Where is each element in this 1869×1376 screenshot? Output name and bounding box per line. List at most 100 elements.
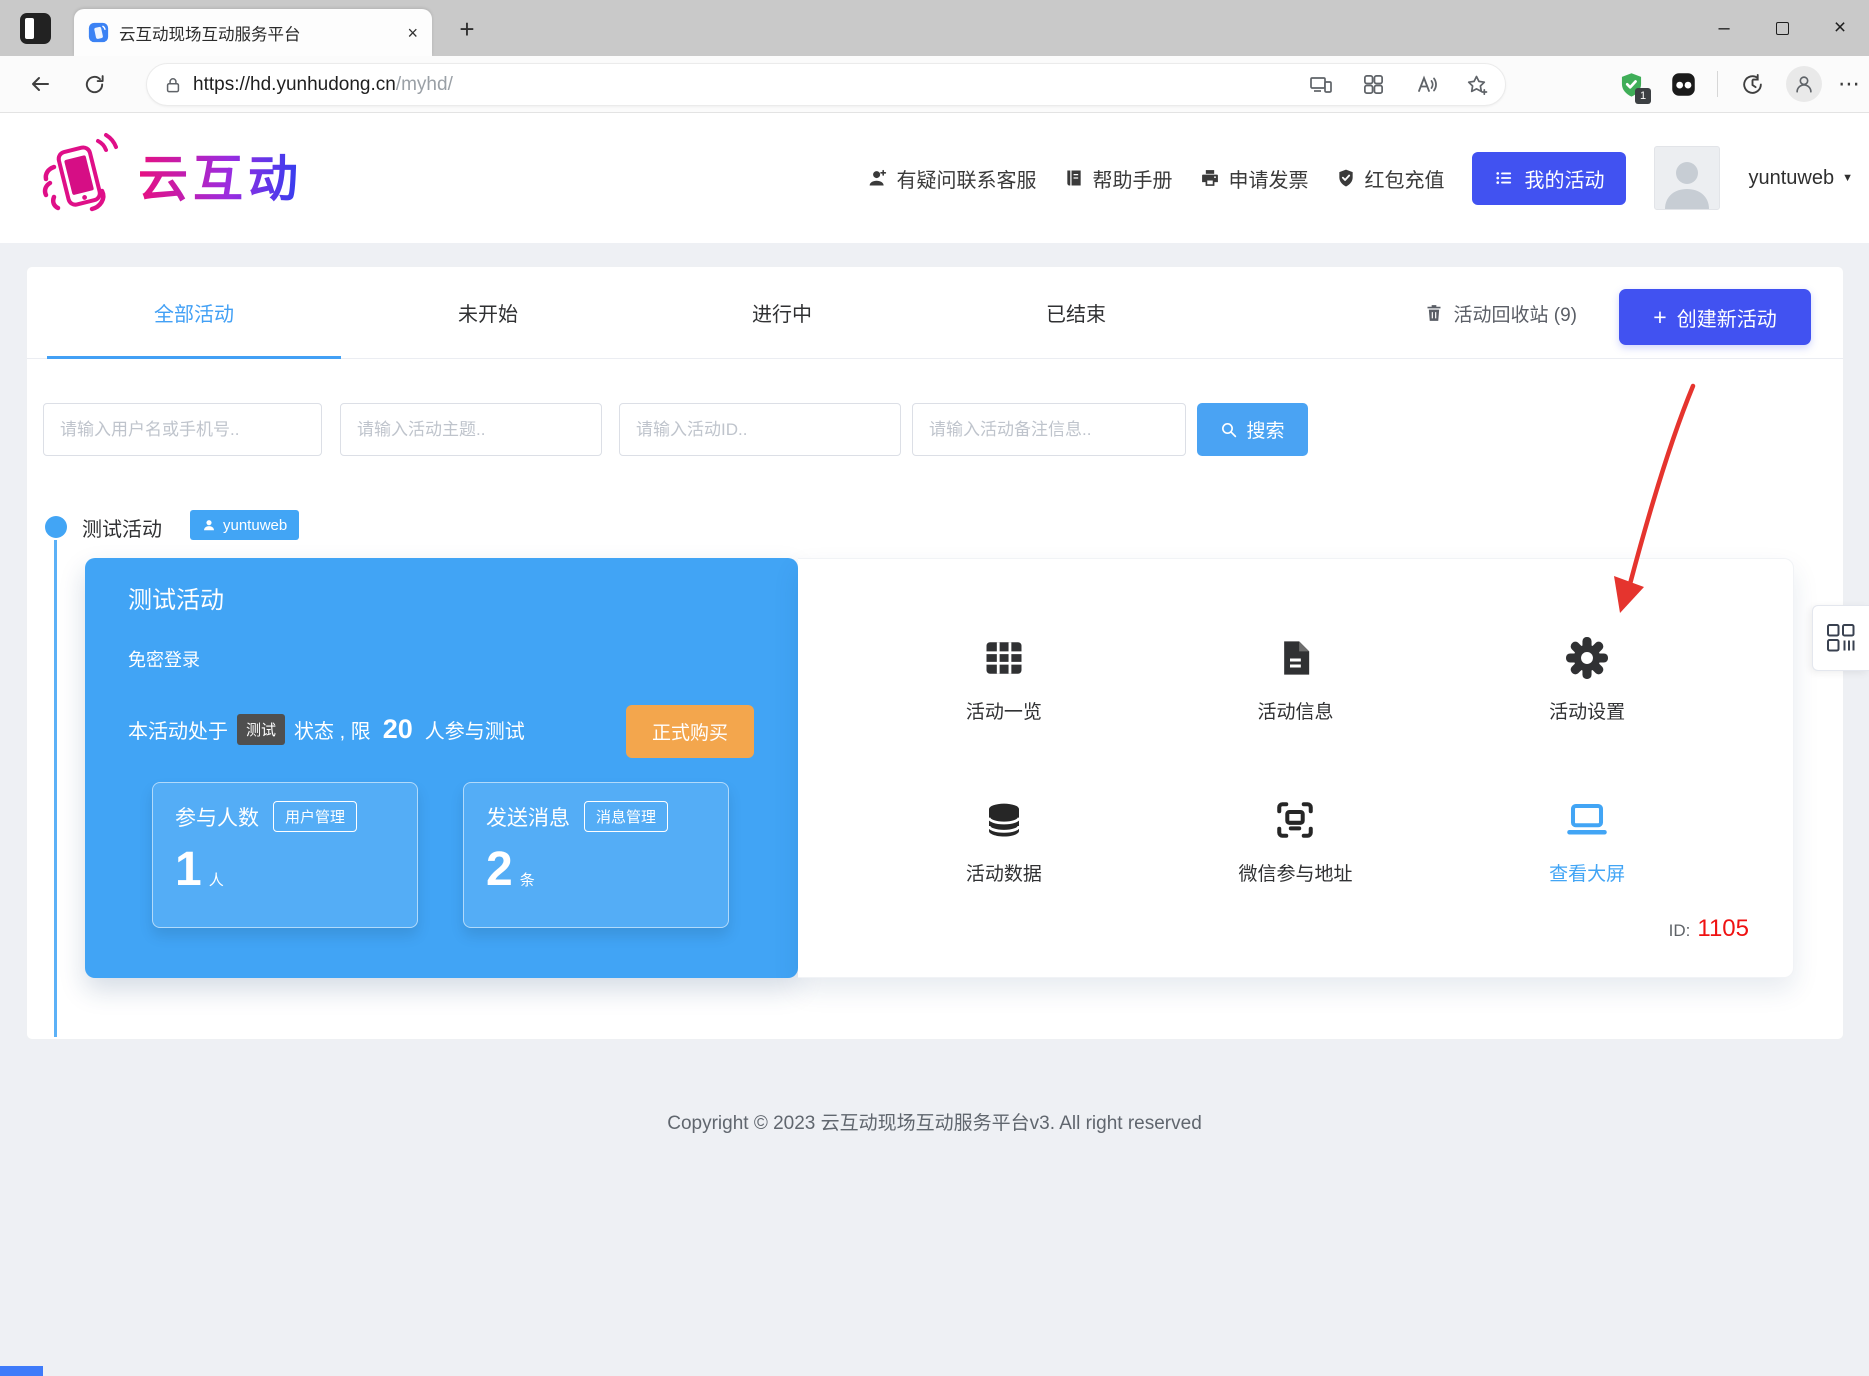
refresh-button[interactable] [76, 66, 112, 102]
maximize-button[interactable] [1753, 0, 1811, 56]
participants-stat-card: 参与人数 用户管理 1 人 [152, 782, 418, 928]
favorites-star-icon[interactable] [1463, 71, 1491, 99]
person-icon [204, 520, 214, 531]
site-lock-icon[interactable] [163, 75, 183, 95]
action-activity-overview[interactable]: 活动一览 [858, 611, 1150, 773]
create-activity-button[interactable]: + 创建新活动 [1619, 289, 1811, 345]
nav-request-invoice[interactable]: 申请发票 [1200, 164, 1308, 193]
create-activity-label: 创建新活动 [1676, 308, 1777, 331]
nav-label: 帮助手册 [1092, 169, 1173, 192]
url-text[interactable]: https://hd.yunhudong.cn/myhd/ [193, 74, 1307, 96]
my-activities-label: 我的活动 [1524, 169, 1605, 192]
new-tab-button[interactable]: + [452, 14, 482, 44]
activity-id: ID: 1105 [1669, 915, 1749, 943]
manage-users-button[interactable]: 用户管理 [273, 801, 358, 832]
messages-stat-card: 发送消息 消息管理 2 条 [463, 782, 729, 928]
address-bar[interactable]: https://hd.yunhudong.cn/myhd/ [146, 63, 1506, 106]
stat-value: 2 [486, 843, 513, 896]
recycle-bin-button[interactable]: 活动回收站 (9) [1424, 293, 1577, 333]
stat-unit: 条 [519, 872, 535, 889]
send-to-devices-icon[interactable] [1307, 71, 1335, 99]
nav-label: 有疑问联系客服 [896, 169, 1037, 192]
bottom-left-widget[interactable] [0, 1366, 43, 1376]
history-icon[interactable] [1734, 66, 1770, 102]
database-icon [987, 803, 1021, 837]
adblock-shield-icon[interactable]: 1 [1613, 66, 1651, 104]
activity-login-mode: 免密登录 [128, 650, 200, 670]
person-add-icon [870, 169, 887, 185]
browser-tab[interactable]: 云互动现场互动服务平台 × [74, 9, 432, 56]
tab-favicon-icon [88, 22, 109, 43]
timeline-dot [45, 516, 67, 538]
my-activities-button[interactable]: 我的活动 [1472, 151, 1627, 205]
action-activity-data[interactable]: 活动数据 [858, 773, 1150, 935]
recycle-bin-label: 活动回收站 (9) [1453, 304, 1577, 326]
activity-card-title: 测试活动 [128, 587, 224, 614]
activity-summary-card: 测试活动 免密登录 本活动处于 测试 状态 , 限 20 人参与测试 正式购买 … [85, 558, 798, 978]
user-menu[interactable]: yuntuweb ▼ [1748, 167, 1853, 190]
manage-messages-button[interactable]: 消息管理 [584, 801, 669, 832]
site-header: 云互动 有疑问联系客服 帮助手册 申请发票 红包充值 我的活动 yuntuweb… [0, 113, 1869, 243]
window-controls: – × [1695, 0, 1869, 56]
close-button[interactable]: × [1811, 0, 1869, 56]
action-activity-settings[interactable]: 活动设置 [1441, 611, 1733, 773]
status-prefix: 本活动处于 [128, 720, 228, 743]
username-phone-input[interactable] [43, 403, 322, 456]
action-label: 微信参与地址 [1238, 864, 1353, 885]
url-path: /myhd/ [395, 73, 453, 95]
caret-down-icon: ▼ [1842, 172, 1853, 184]
nav-redpacket-recharge[interactable]: 红包充值 [1336, 164, 1444, 193]
web-capture-icon[interactable] [1359, 71, 1387, 99]
browser-toolbar: https://hd.yunhudong.cn/myhd/ 1 ⋯ [0, 56, 1869, 113]
search-icon [1222, 422, 1237, 437]
action-label: 活动数据 [965, 864, 1042, 885]
site-logo[interactable]: 云互动 [32, 127, 303, 223]
tab-ended[interactable]: 已结束 [929, 267, 1223, 358]
tab-not-started[interactable]: 未开始 [341, 267, 635, 358]
document-icon [1284, 641, 1310, 675]
avatar-placeholder-icon [1665, 162, 1710, 209]
more-options-icon[interactable]: ⋯ [1838, 71, 1861, 97]
logo-phone-hand-icon [42, 133, 118, 212]
content-card: 全部活动 未开始 进行中 已结束 活动回收站 (9) + 创建新活动 搜索 测试… [26, 266, 1844, 1040]
maximize-icon [1775, 21, 1789, 35]
purchase-button[interactable]: 正式购买 [626, 705, 754, 758]
nav-contact-support[interactable]: 有疑问联系客服 [867, 164, 1036, 193]
search-label: 搜索 [1246, 421, 1285, 442]
activity-id-label: ID: [1668, 921, 1691, 940]
stat-label: 发送消息 [486, 806, 570, 830]
action-activity-info[interactable]: 活动信息 [1150, 611, 1442, 773]
nav-label: 申请发票 [1228, 169, 1309, 192]
refresh-icon [85, 74, 104, 93]
activity-actions-panel: 活动一览 活动信息 活动设置 活动数据 微信参与地址 查看大屏 ID: 1105 [798, 558, 1794, 978]
activity-note-input[interactable] [912, 403, 1186, 456]
action-wechat-join-url[interactable]: 微信参与地址 [1150, 773, 1442, 935]
profile-icon [1796, 76, 1812, 93]
side-panel-toggle[interactable] [1812, 605, 1869, 671]
back-button[interactable] [22, 66, 58, 102]
profile-button[interactable] [1786, 66, 1822, 102]
username-text: yuntuweb [1748, 166, 1835, 189]
read-aloud-icon[interactable] [1411, 71, 1439, 99]
owner-badge[interactable]: yuntuweb [190, 510, 300, 540]
shield-check-icon [1339, 169, 1354, 187]
tab-actions-button[interactable] [20, 13, 51, 44]
minimize-button[interactable]: – [1695, 0, 1753, 56]
action-label: 活动一览 [965, 702, 1042, 723]
user-avatar[interactable] [1654, 146, 1721, 210]
qr-scan-icon [1277, 802, 1314, 838]
tab-in-progress[interactable]: 进行中 [635, 267, 929, 358]
status-mid: 状态 , 限 [294, 720, 371, 743]
tab-close-icon[interactable]: × [407, 24, 418, 42]
activity-topic-input[interactable] [340, 403, 602, 456]
action-view-big-screen[interactable]: 查看大屏 [1441, 773, 1733, 935]
tab-all-activities[interactable]: 全部活动 [47, 267, 341, 359]
darkreader-extension-icon[interactable] [1665, 66, 1701, 102]
apps-grid-icon [1827, 624, 1855, 652]
stat-label: 参与人数 [175, 806, 259, 830]
status-suffix: 人参与测试 [424, 720, 525, 743]
search-button[interactable]: 搜索 [1197, 403, 1308, 456]
status-badge: 测试 [237, 713, 286, 745]
nav-help-manual[interactable]: 帮助手册 [1064, 164, 1172, 193]
activity-id-input[interactable] [619, 403, 901, 456]
